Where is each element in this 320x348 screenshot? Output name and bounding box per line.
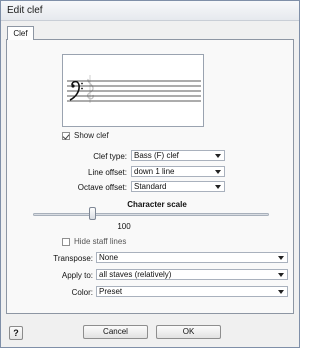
cancel-button[interactable]: Cancel — [83, 325, 148, 339]
clef-ghost-icon — [86, 75, 94, 103]
apply-to-dropdown[interactable]: all staves (relatively) — [96, 269, 288, 280]
chevron-down-icon — [215, 170, 221, 174]
chevron-down-icon — [278, 273, 284, 277]
octave-offset-label: Octave offset: — [77, 183, 127, 192]
character-scale-track[interactable] — [33, 213, 269, 216]
clef-type-dropdown[interactable]: Bass (F) clef — [131, 150, 225, 161]
transpose-label: Transpose: — [53, 254, 93, 263]
help-button[interactable]: ? — [9, 326, 23, 340]
color-label: Color: — [71, 288, 93, 297]
chevron-down-icon — [215, 185, 221, 189]
line-offset-value: down 1 line — [134, 167, 175, 176]
hide-staff-lines-checkbox[interactable] — [62, 237, 70, 246]
show-clef-label: Show clef — [74, 131, 109, 140]
color-value: Preset — [99, 287, 123, 296]
octave-offset-dropdown[interactable]: Standard — [131, 181, 225, 192]
edit-clef-dialog: Edit clef Clef Show clef Clef type: Bass… — [0, 0, 300, 348]
line-offset-label: Line offset: — [88, 168, 127, 177]
chevron-down-icon — [215, 154, 221, 158]
apply-to-label: Apply to: — [61, 271, 93, 280]
staff-preview-image — [67, 75, 201, 103]
clef-preview — [62, 54, 204, 127]
chevron-down-icon — [278, 290, 284, 294]
transpose-dropdown[interactable]: None — [96, 252, 288, 263]
transpose-value: None — [99, 253, 119, 262]
character-scale-thumb[interactable] — [88, 207, 96, 220]
character-scale-title: Character scale — [127, 200, 187, 209]
chevron-down-icon — [278, 256, 284, 260]
apply-to-value: all staves (relatively) — [99, 270, 172, 279]
clef-type-value: Bass (F) clef — [134, 151, 179, 160]
octave-offset-value: Standard — [134, 182, 167, 191]
character-scale-value: 100 — [117, 222, 131, 231]
clef-tab-panel: Show clef Clef type: Bass (F) clef Line … — [6, 39, 294, 314]
color-dropdown[interactable]: Preset — [96, 286, 288, 297]
hide-staff-lines-row[interactable]: Hide staff lines — [62, 237, 126, 246]
tab-clef[interactable]: Clef — [7, 26, 34, 40]
title-bar: Edit clef — [1, 1, 299, 21]
line-offset-dropdown[interactable]: down 1 line — [131, 166, 225, 177]
window-title: Edit clef — [7, 5, 43, 16]
hide-staff-lines-label: Hide staff lines — [74, 237, 127, 246]
show-clef-row[interactable]: Show clef — [62, 131, 109, 140]
ok-button[interactable]: OK — [156, 325, 221, 339]
clef-type-label: Clef type: — [93, 152, 127, 161]
show-clef-checkbox[interactable] — [62, 131, 70, 140]
